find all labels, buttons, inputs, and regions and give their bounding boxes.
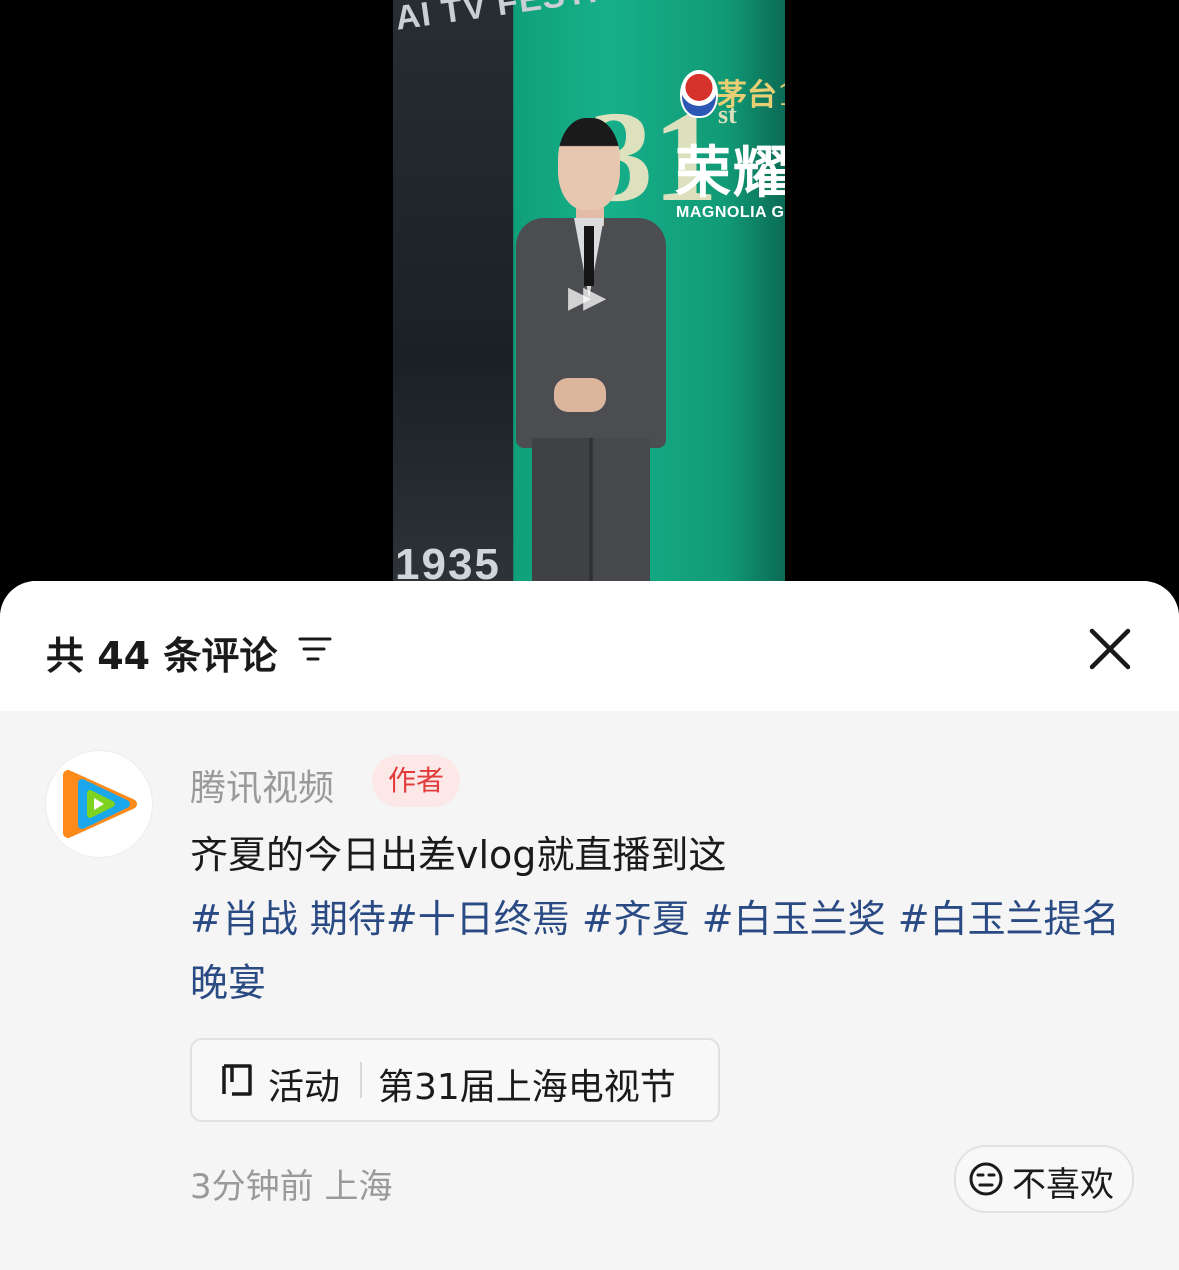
backdrop-honor-text: 荣耀之 <box>675 141 785 206</box>
comment-location: 上海 <box>324 1167 393 1207</box>
comment-time: 3分钟前 <box>190 1167 314 1207</box>
activity-label: 活动 <box>268 1067 341 1108</box>
comment-username[interactable]: 腾讯视频 <box>190 759 334 811</box>
backdrop-dark-panel <box>393 0 513 600</box>
activity-divider <box>360 1062 362 1098</box>
activity-icon <box>222 1064 252 1096</box>
backdrop-gala-text: MAGNOLIA GALA <box>676 204 785 221</box>
hashtag-link[interactable]: #肖战 期待#十日终焉 <box>190 897 570 941</box>
hashtag-link[interactable]: #白玉兰奖 <box>702 897 886 941</box>
comment-meta: 3分钟前 上海 <box>190 1159 392 1208</box>
unamused-face-icon <box>969 1162 1003 1196</box>
backdrop-brand-text: 茅台19 <box>717 78 785 113</box>
play-icon[interactable]: ▶▶ <box>568 280 606 315</box>
tencent-video-logo-icon <box>63 770 137 838</box>
comment-sheet: 共 44 条评论 腾讯视频 作者 齐夏的今日出差vlog就直播到这 #肖战 期待… <box>0 581 1179 1270</box>
comment-count-title: 共 44 条评论 <box>46 634 278 678</box>
author-badge: 作者 <box>372 755 461 807</box>
sponsor-logo-icon <box>680 70 718 118</box>
dislike-button[interactable]: 不喜欢 <box>954 1145 1134 1213</box>
video-player[interactable]: AI TV FESTI 1935 31st 茅台19 荣耀之 MAGNOLIA … <box>0 0 1179 600</box>
hashtag-link[interactable]: #齐夏 <box>582 897 690 941</box>
comment-body: 齐夏的今日出差vlog就直播到这 <box>190 833 727 877</box>
avatar[interactable] <box>46 751 152 857</box>
comment-item: 腾讯视频 作者 齐夏的今日出差vlog就直播到这 #肖战 期待#十日终焉 #齐夏… <box>0 711 1179 1270</box>
activity-tag-button[interactable]: 活动 第31届上海电视节 <box>190 1038 720 1122</box>
close-icon[interactable] <box>1086 625 1134 673</box>
sort-filter-icon[interactable] <box>298 635 332 663</box>
comment-text: 齐夏的今日出差vlog就直播到这 #肖战 期待#十日终焉 #齐夏 #白玉兰奖 #… <box>190 823 1140 1015</box>
activity-name: 第31届上海电视节 <box>378 1067 676 1108</box>
video-subject-person <box>508 118 678 600</box>
dislike-label: 不喜欢 <box>1012 1165 1114 1205</box>
comment-sheet-header: 共 44 条评论 <box>0 581 1179 711</box>
